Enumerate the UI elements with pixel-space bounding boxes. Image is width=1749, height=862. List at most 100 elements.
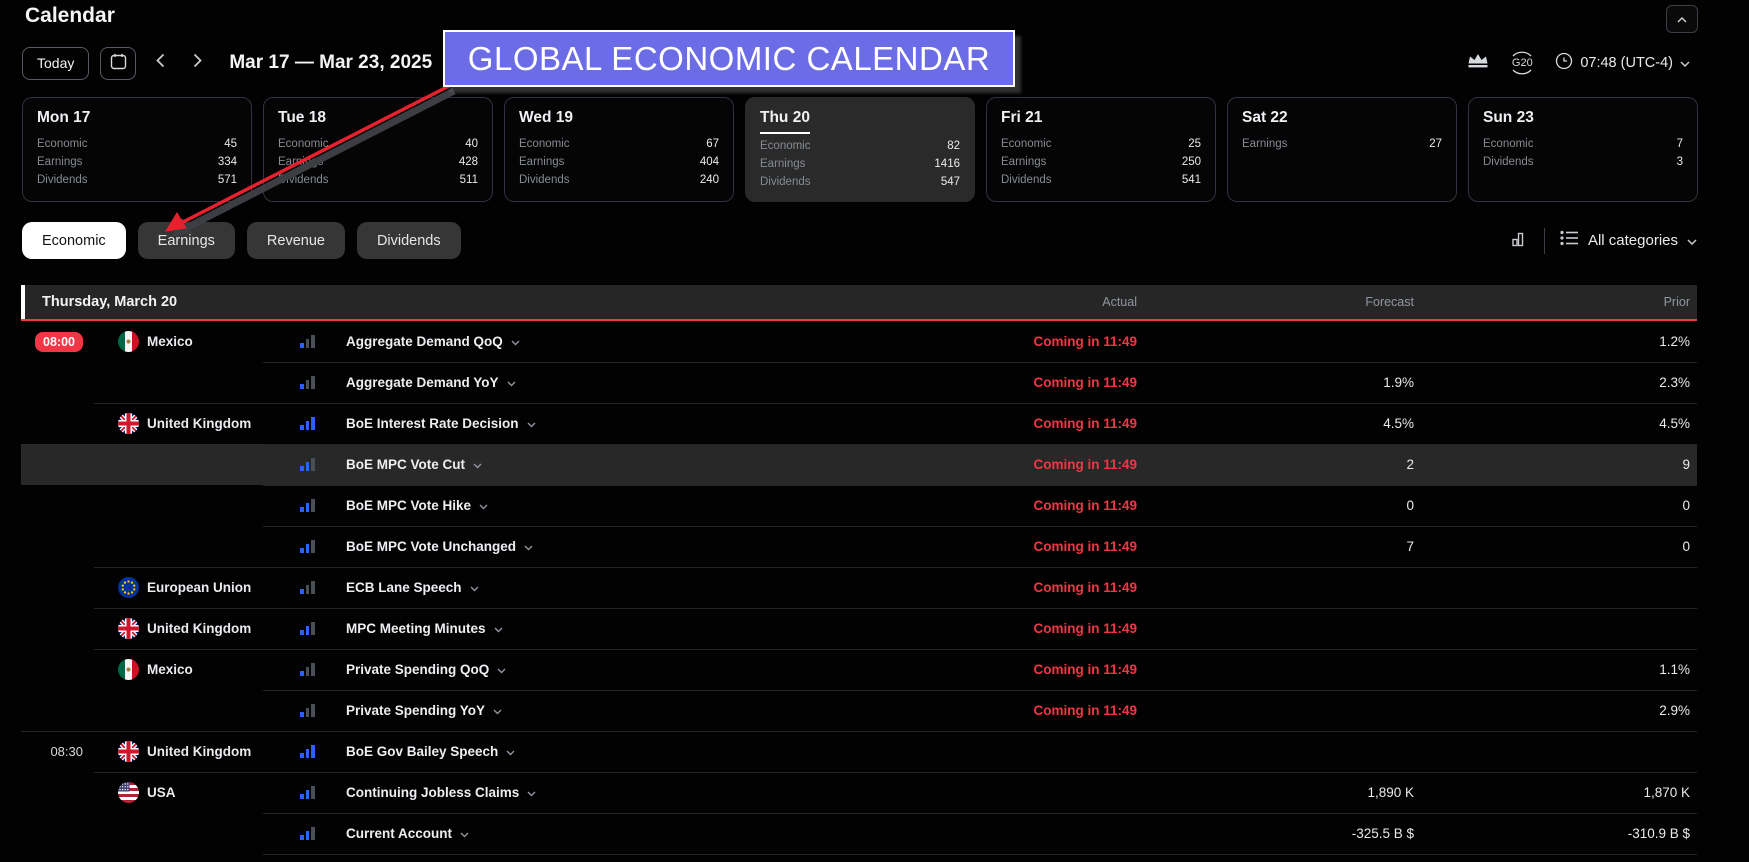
event-name[interactable]: Private Spending QoQ xyxy=(346,649,506,690)
event-name[interactable]: Current Account xyxy=(346,813,469,854)
date-picker-button[interactable] xyxy=(100,47,136,80)
event-row[interactable]: European UnionECB Lane SpeechComing in 1… xyxy=(21,567,1697,608)
event-name[interactable]: Continuing Jobless Claims xyxy=(346,772,536,813)
event-name[interactable]: BoE MPC Vote Cut xyxy=(346,444,482,485)
event-name[interactable]: Aggregate Demand YoY xyxy=(346,362,516,403)
event-row[interactable]: 08:00MexicoAggregate Demand QoQComing in… xyxy=(21,321,1697,362)
event-row[interactable]: United Kingdom BoE Interest Rate Decision… xyxy=(21,403,1697,444)
importance-bar xyxy=(300,507,304,512)
tab-dividends[interactable]: Dividends xyxy=(357,222,461,259)
event-name[interactable]: BoE Gov Bailey Speech xyxy=(346,731,515,772)
event-row[interactable]: Current Account-325.5 B $-310.9 B $ xyxy=(21,813,1697,854)
row-separator xyxy=(263,854,1697,855)
event-name-label: BoE Gov Bailey Speech xyxy=(346,744,498,759)
importance-bar xyxy=(300,630,304,635)
prior-value: 2.3% xyxy=(1659,362,1690,403)
stat-value: 3 xyxy=(1677,153,1683,171)
importance-icon xyxy=(300,813,315,854)
chart-view-button[interactable] xyxy=(1511,229,1529,252)
prior-value: 2.9% xyxy=(1659,690,1690,731)
event-row[interactable]: United KingdomMPC Meeting MinutesComing … xyxy=(21,608,1697,649)
importance-bars xyxy=(300,376,315,389)
collapse-panel-button[interactable] xyxy=(1666,5,1698,33)
week-day-card[interactable]: Tue 18Economic40Earnings428Dividends511 xyxy=(263,97,493,202)
row-separator xyxy=(94,567,1697,568)
event-name-label: Private Spending QoQ xyxy=(346,662,489,677)
prev-week-button[interactable] xyxy=(147,50,173,76)
categories-dropdown[interactable]: All categories xyxy=(1560,230,1697,251)
importance-icon xyxy=(300,567,315,608)
forecast-value: 0 xyxy=(1406,485,1414,526)
stat-label: Economic xyxy=(1483,135,1534,153)
importance-bar xyxy=(311,663,315,676)
column-header-actual: Actual xyxy=(1102,285,1137,319)
chevron-down-icon xyxy=(473,457,482,472)
importance-bar xyxy=(311,499,315,512)
prior-value: 0 xyxy=(1682,526,1690,567)
event-name[interactable]: MPC Meeting Minutes xyxy=(346,608,503,649)
event-name-label: BoE MPC Vote Unchanged xyxy=(346,539,516,554)
tab-economic[interactable]: Economic xyxy=(22,222,126,259)
event-row[interactable]: Aggregate Demand YoYComing in 11:491.9%2… xyxy=(21,362,1697,403)
event-name[interactable]: BoE MPC Vote Unchanged xyxy=(346,526,533,567)
country-flag-icon xyxy=(118,782,139,803)
event-name[interactable]: Private Spending YoY xyxy=(346,690,502,731)
event-name[interactable]: BoE Interest Rate Decision xyxy=(346,403,536,444)
timezone-selector[interactable]: 07:48 (UTC-4) xyxy=(1555,52,1690,75)
event-name-label: Continuing Jobless Claims xyxy=(346,785,519,800)
event-name[interactable]: Aggregate Demand QoQ xyxy=(346,321,520,362)
event-name[interactable]: BoE MPC Vote Hike xyxy=(346,485,488,526)
event-name-label: BoE Interest Rate Decision xyxy=(346,416,519,431)
event-time: 08:30 xyxy=(21,731,83,772)
week-day-card[interactable]: Sun 23Economic7Dividends3 xyxy=(1468,97,1698,202)
event-row[interactable]: USAContinuing Jobless Claims1,890 K1,870… xyxy=(21,772,1697,813)
event-row[interactable]: 08:30 United Kingdom BoE Gov Bailey Speech xyxy=(21,731,1697,772)
stat-label: Dividends xyxy=(278,171,329,189)
card-stat-row: Dividends511 xyxy=(278,171,478,189)
importance-filter-button[interactable] xyxy=(1467,53,1489,73)
country-label: United Kingdom xyxy=(147,731,251,772)
event-row[interactable]: BoE MPC Vote HikeComing in 11:4900 xyxy=(21,485,1697,526)
divider xyxy=(1544,228,1545,254)
chevron-down-icon xyxy=(527,785,536,800)
column-header-prior: Prior xyxy=(1664,285,1690,319)
card-stat-row: Earnings428 xyxy=(278,153,478,171)
importance-bars xyxy=(300,622,315,635)
week-day-card[interactable]: Fri 21Economic25Earnings250Dividends541 xyxy=(986,97,1216,202)
country-label: USA xyxy=(147,772,176,813)
week-day-card[interactable]: Wed 19Economic67Earnings404Dividends240 xyxy=(504,97,734,202)
importance-bar xyxy=(306,626,310,635)
table-controls: All categories xyxy=(1511,222,1697,259)
week-day-card[interactable]: Mon 17Economic45Earnings334Dividends571 xyxy=(22,97,252,202)
stat-label: Earnings xyxy=(760,155,805,173)
event-row[interactable]: BoE MPC Vote CutComing in 11:4929 xyxy=(21,444,1697,485)
event-row[interactable]: BoE MPC Vote UnchangedComing in 11:4970 xyxy=(21,526,1697,567)
importance-bar xyxy=(300,753,304,758)
country-label: United Kingdom xyxy=(147,403,251,444)
today-button[interactable]: Today xyxy=(22,47,89,80)
importance-bar xyxy=(306,790,310,799)
chevron-down-icon xyxy=(527,416,536,431)
chevron-down-icon xyxy=(479,498,488,513)
card-day-label: Mon 17 xyxy=(37,109,90,132)
tab-earnings[interactable]: Earnings xyxy=(138,222,235,259)
event-name-label: Aggregate Demand YoY xyxy=(346,375,499,390)
country-flag-icon xyxy=(118,577,139,598)
week-day-card[interactable]: Thu 20Economic82Earnings1416Dividends547 xyxy=(745,97,975,202)
importance-bar xyxy=(300,589,304,594)
event-name[interactable]: ECB Lane Speech xyxy=(346,567,479,608)
next-week-button[interactable] xyxy=(184,50,210,76)
importance-bars xyxy=(300,417,315,430)
stat-label: Earnings xyxy=(1242,135,1287,153)
event-row[interactable]: Private Spending YoYComing in 11:492.9% xyxy=(21,690,1697,731)
event-row[interactable]: MexicoPrivate Spending QoQComing in 11:4… xyxy=(21,649,1697,690)
tab-revenue[interactable]: Revenue xyxy=(247,222,345,259)
day-accent-bar xyxy=(21,285,25,319)
importance-bars xyxy=(300,581,315,594)
importance-icon xyxy=(300,731,315,772)
g20-countries-button[interactable]: G20 xyxy=(1507,50,1537,76)
card-stats: Earnings27 xyxy=(1242,135,1442,153)
page-title: Calendar xyxy=(25,4,115,28)
week-day-card[interactable]: Sat 22Earnings27 xyxy=(1227,97,1457,202)
importance-icon xyxy=(300,649,315,690)
